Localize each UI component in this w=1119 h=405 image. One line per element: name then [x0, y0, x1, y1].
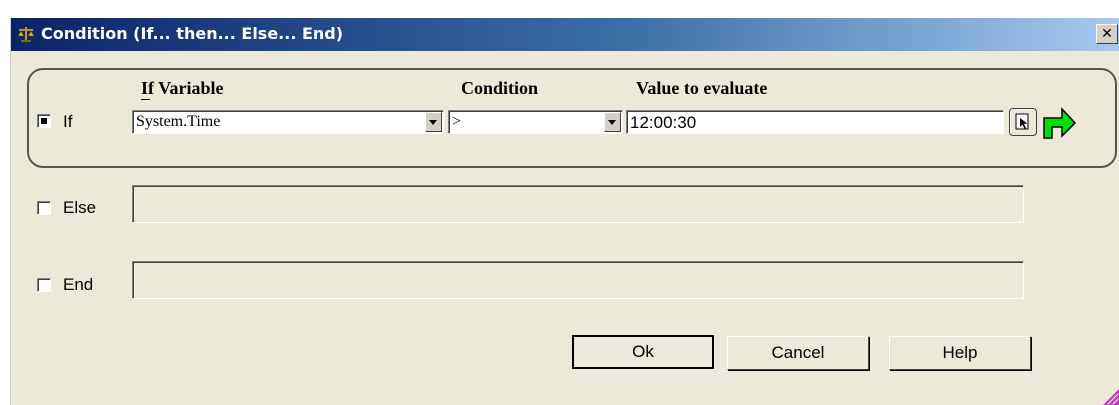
close-icon: ✕: [1101, 26, 1113, 42]
end-input[interactable]: [132, 261, 1024, 299]
value-header: Value to evaluate: [636, 78, 768, 98]
condition-value: >: [452, 113, 462, 130]
help-button-label: Help: [942, 343, 978, 362]
if-variable-value: System.Time: [136, 113, 221, 130]
cancel-button[interactable]: Cancel: [727, 336, 869, 370]
if-checkbox[interactable]: [37, 114, 51, 128]
window-title: Condition (If... then... Else... End): [41, 24, 344, 43]
condition-dialog: Condition (If... then... Else... End) ✕ …: [10, 18, 1119, 405]
if-variable-select[interactable]: System.Time: [132, 110, 444, 134]
condition-header: Condition: [461, 78, 539, 98]
dropdown-arrow-icon[interactable]: [604, 112, 621, 132]
variable-picker-button[interactable]: [1009, 108, 1037, 136]
ok-button-label: Ok: [632, 342, 654, 361]
condition-select[interactable]: >: [448, 110, 623, 134]
else-checkbox[interactable]: [37, 201, 51, 215]
resize-grip-icon[interactable]: [1103, 389, 1119, 405]
else-label: Else: [63, 198, 97, 217]
if-variable-header: If Variable: [141, 78, 224, 98]
value-to-evaluate-text: 12:00:30: [630, 113, 697, 132]
cancel-button-label: Cancel: [771, 343, 825, 362]
if-variable-header-underline: [141, 99, 150, 100]
help-button[interactable]: Help: [889, 336, 1031, 370]
checkbox-mark-icon: [41, 118, 47, 124]
end-checkbox[interactable]: [37, 278, 51, 292]
close-button[interactable]: ✕: [1096, 24, 1118, 44]
title-bar[interactable]: Condition (If... then... Else... End) ✕: [11, 18, 1119, 51]
ok-button[interactable]: Ok: [572, 335, 714, 369]
variable-picker-icon: [1015, 113, 1029, 130]
if-label: If: [63, 112, 73, 131]
scales-icon: [17, 27, 35, 42]
green-arrow-icon[interactable]: [1041, 104, 1077, 140]
end-label: End: [63, 275, 94, 294]
else-input[interactable]: [132, 185, 1024, 223]
value-to-evaluate-input[interactable]: 12:00:30: [626, 110, 1004, 134]
dropdown-arrow-icon[interactable]: [425, 112, 442, 132]
